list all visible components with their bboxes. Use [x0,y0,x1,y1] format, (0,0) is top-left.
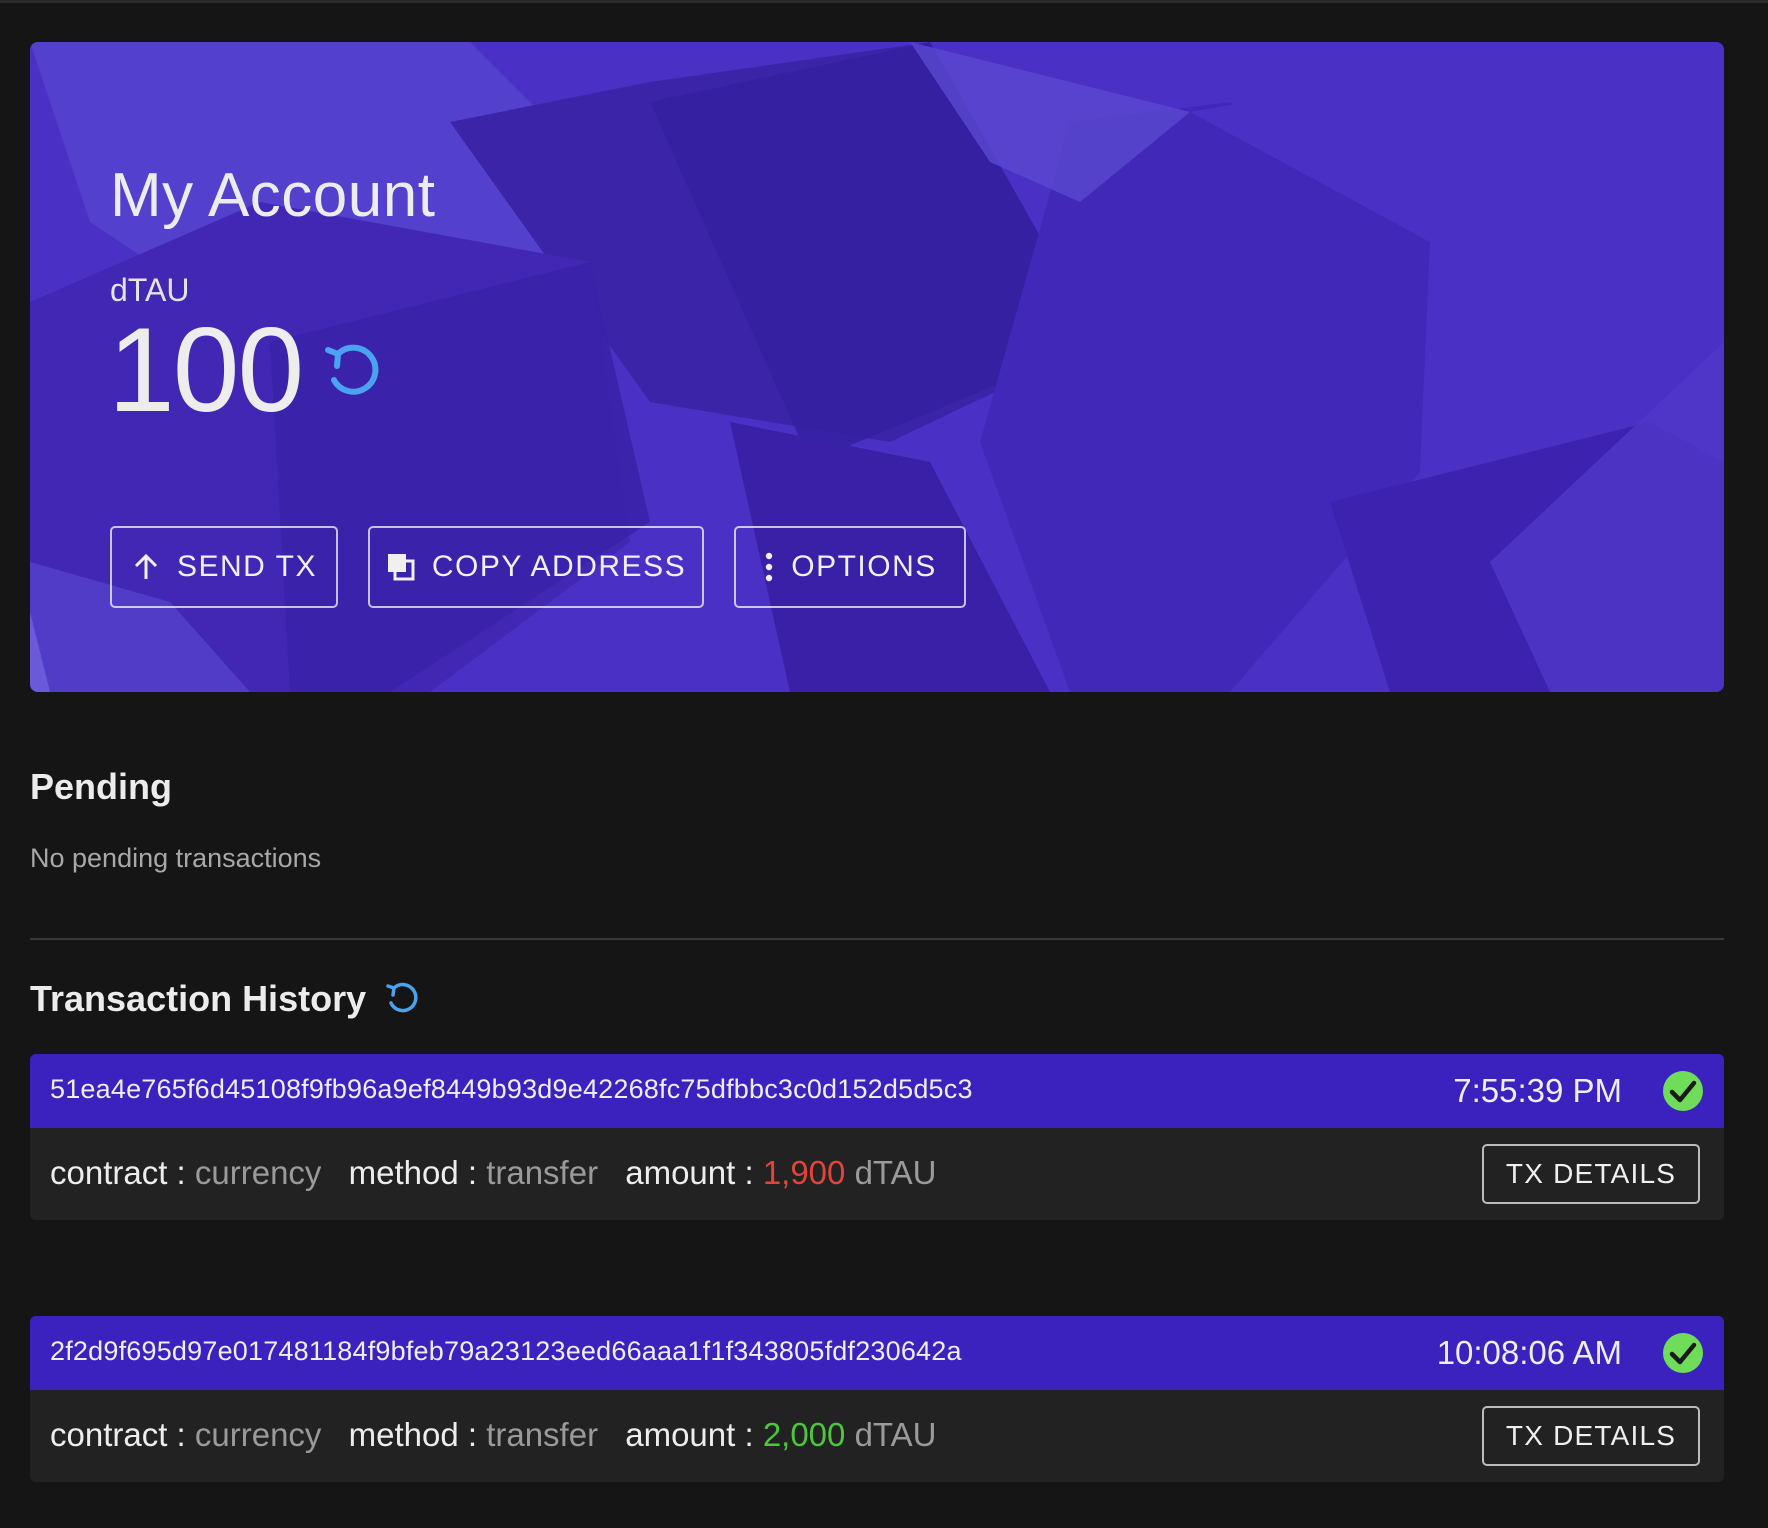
copy-address-label: COPY ADDRESS [431,550,687,583]
contract-key: contract : [50,1416,195,1453]
amount-value: 1,900 [762,1154,855,1191]
transaction-body: contract : currency method : transfer am… [30,1128,1724,1220]
transaction-header: 2f2d9f695d97e017481184f9bfeb79a23123eed6… [30,1316,1724,1390]
method-value: transfer [486,1154,599,1191]
send-tx-button[interactable]: SEND TX [110,526,338,608]
history-title: Transaction History [30,978,367,1019]
transaction-card: 2f2d9f695d97e017481184f9bfeb79a23123eed6… [30,1316,1724,1482]
copy-icon [386,552,416,582]
success-check-icon [1663,1071,1703,1111]
options-label: OPTIONS [791,550,937,583]
tx-details-button[interactable]: TX DETAILS [1482,1406,1700,1466]
contract-key: contract : [50,1154,195,1191]
amount-unit: dTAU [854,1154,937,1191]
transaction-time: 7:55:39 PM [1453,1072,1622,1109]
amount-key: amount : [625,1154,763,1191]
transaction-hash[interactable]: 2f2d9f695d97e017481184f9bfeb79a23123eed6… [50,1336,962,1367]
refresh-icon[interactable] [322,340,384,402]
transaction-fields: contract : currency method : transfer am… [50,1416,936,1454]
copy-address-button[interactable]: COPY ADDRESS [368,526,704,608]
transaction-body: contract : currency method : transfer am… [30,1390,1724,1482]
tx-details-button[interactable]: TX DETAILS [1482,1144,1700,1204]
transaction-header: 51ea4e765f6d45108f9fb96a9ef8449b93d9e422… [30,1054,1724,1128]
arrow-up-icon [131,552,161,582]
transaction-time: 10:08:06 AM [1436,1334,1622,1371]
method-key: method : [348,1416,487,1453]
amount-value: 2,000 [762,1416,855,1453]
send-tx-label: SEND TX [177,550,317,583]
more-vertical-icon [763,552,775,582]
success-check-icon [1663,1333,1703,1373]
options-button[interactable]: OPTIONS [734,526,966,608]
method-value: transfer [486,1416,599,1453]
contract-value: currency [194,1416,322,1453]
amount-unit: dTAU [854,1416,937,1453]
method-key: method : [348,1154,487,1191]
transaction-hash[interactable]: 51ea4e765f6d45108f9fb96a9ef8449b93d9e422… [50,1074,973,1105]
section-divider [30,938,1724,940]
account-title: My Account [110,161,436,230]
history-refresh-icon[interactable] [384,980,420,1016]
pending-empty-text: No pending transactions [30,843,322,873]
contract-value: currency [194,1154,322,1191]
account-card: My Account dTAU 100 SEND TX COPY ADDRESS… [30,42,1724,692]
balance-value: 100 [108,303,304,437]
transaction-fields: contract : currency method : transfer am… [50,1154,936,1192]
top-border [0,0,1768,3]
pending-title: Pending [30,766,172,807]
transaction-card: 51ea4e765f6d45108f9fb96a9ef8449b93d9e422… [30,1054,1724,1220]
amount-key: amount : [625,1416,763,1453]
